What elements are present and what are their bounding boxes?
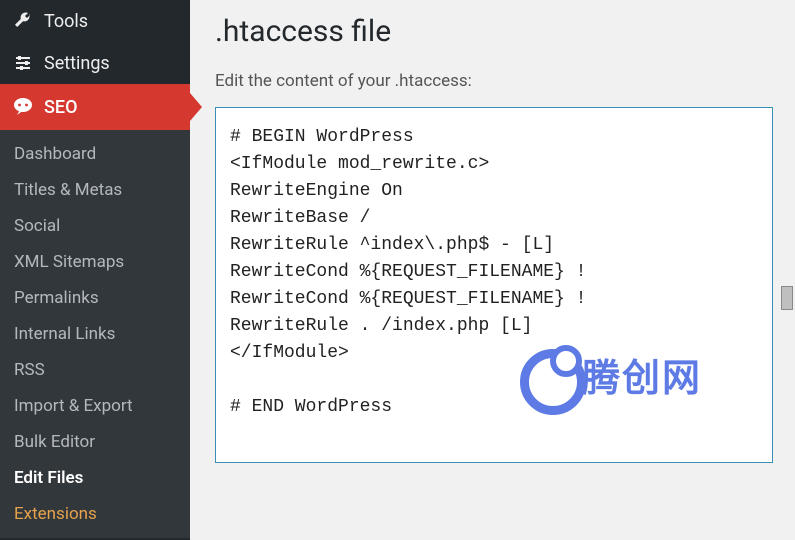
main-content: .htaccess file Edit the content of your …	[190, 0, 795, 540]
scrollbar-thumb[interactable]	[781, 286, 793, 310]
page-scrollbar[interactable]	[780, 6, 794, 534]
sub-edit-files[interactable]: Edit Files	[0, 460, 190, 496]
htaccess-textarea[interactable]	[215, 107, 773, 463]
page-title: .htaccess file	[215, 14, 773, 49]
sub-xml-sitemaps[interactable]: XML Sitemaps	[0, 244, 190, 280]
sub-internal-links[interactable]: Internal Links	[0, 316, 190, 352]
sidebar-item-tools[interactable]: Tools	[0, 0, 190, 42]
sidebar-item-label: SEO	[44, 97, 77, 118]
sliders-icon	[12, 52, 34, 74]
sub-bulk-editor[interactable]: Bulk Editor	[0, 424, 190, 460]
seo-bubble-icon	[12, 96, 34, 118]
wrench-icon	[12, 10, 34, 32]
sub-titles-metas[interactable]: Titles & Metas	[0, 172, 190, 208]
sidebar-item-label: Tools	[44, 11, 88, 32]
sub-extensions[interactable]: Extensions	[0, 496, 190, 532]
sidebar-item-settings[interactable]: Settings	[0, 42, 190, 84]
admin-sidebar: Tools Settings SEO Dashboard Titles & Me…	[0, 0, 190, 540]
sidebar-item-label: Settings	[44, 53, 110, 74]
sub-social[interactable]: Social	[0, 208, 190, 244]
sub-dashboard[interactable]: Dashboard	[0, 136, 190, 172]
seo-submenu: Dashboard Titles & Metas Social XML Site…	[0, 130, 190, 538]
page-description: Edit the content of your .htaccess:	[215, 71, 773, 91]
sub-import-export[interactable]: Import & Export	[0, 388, 190, 424]
sub-rss[interactable]: RSS	[0, 352, 190, 388]
sub-permalinks[interactable]: Permalinks	[0, 280, 190, 316]
sidebar-item-seo[interactable]: SEO	[0, 84, 190, 130]
htaccess-editor-wrap: 腾创网	[215, 107, 773, 467]
